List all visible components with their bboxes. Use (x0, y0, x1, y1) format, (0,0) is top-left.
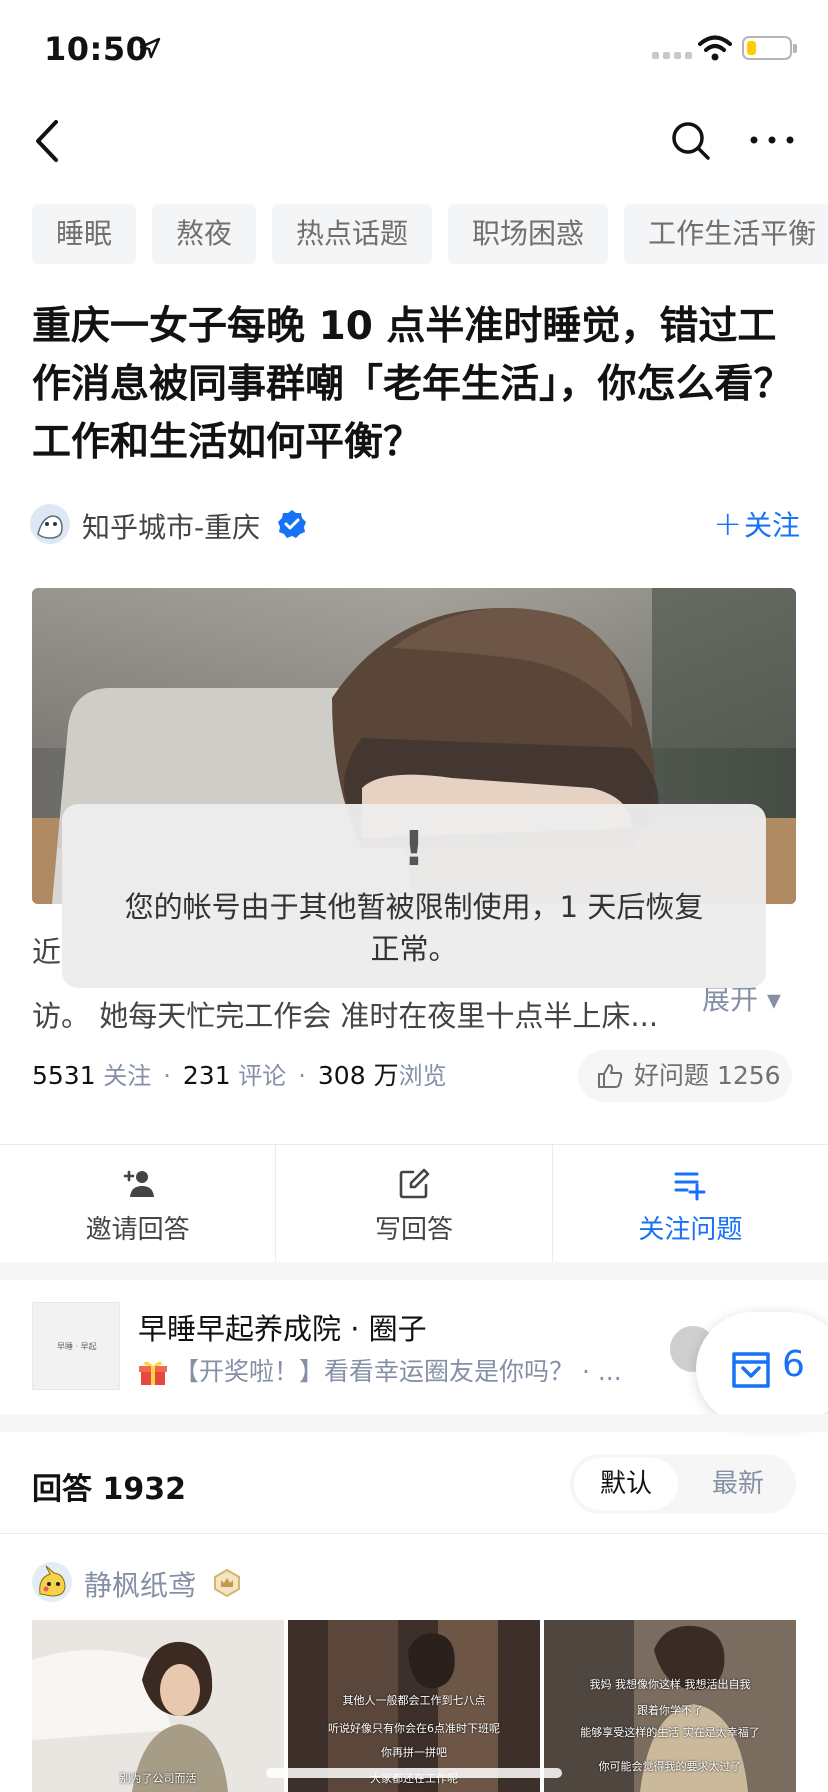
author-name[interactable]: 知乎城市-重庆 (82, 506, 260, 546)
crown-badge-icon (214, 1568, 240, 1598)
cellular-signal-icon (652, 52, 692, 59)
follow-list-icon (674, 1172, 706, 1201)
section-divider (0, 1262, 828, 1280)
topic-tag[interactable]: 睡眠 (32, 204, 137, 264)
exclamation-icon: ! (403, 821, 425, 877)
answer-author-name[interactable]: 静枫纸鸢 (84, 1564, 196, 1604)
question-author-row: 知乎城市-重庆 +关注 (30, 504, 800, 544)
battery-icon (742, 36, 792, 60)
circle-subtitle: 【开奖啦！】看看幸运圈友是你吗？ · ... (138, 1352, 638, 1388)
location-arrow-icon (139, 37, 161, 59)
home-indicator (266, 1768, 562, 1778)
verified-badge-icon (278, 510, 306, 538)
gift-icon (139, 1361, 167, 1385)
author-avatar[interactable] (30, 504, 70, 544)
back-icon[interactable] (28, 116, 68, 166)
battery-cap (793, 44, 797, 53)
answer-images: 别为了公司而活 其他人一般都会工作到七八点 听说好像只有你会在6点准时下班呢 你… (32, 1620, 796, 1792)
invite-icon (123, 1170, 154, 1197)
answers-count-title: 回答 1932 (32, 1472, 186, 1507)
question-title: 重庆一女子每晚 10 点半准时睡觉，错过工作消息被同事群嘲「老年生活」，你怎么看… (32, 304, 793, 465)
edit-icon (399, 1168, 430, 1199)
answer-image[interactable]: 我妈 我想像你这样 我想活出自我 跟着你学不了 能够享受这样的生活 实在是太幸福… (544, 1620, 796, 1792)
follow-author-button[interactable]: +关注 (713, 504, 800, 544)
topic-tag[interactable]: 热点话题 (272, 204, 433, 264)
answer-author-avatar[interactable] (32, 1562, 72, 1602)
invite-answer-button[interactable]: 邀请回答 (0, 1145, 277, 1262)
answers-header: 回答 1932 默认 最新 (0, 1432, 828, 1534)
question-stats: 5531 关注 · 231 评论 · 308 万浏览 (32, 1061, 447, 1090)
answer-sort-toggle: 默认 最新 (570, 1454, 796, 1514)
topic-tag[interactable]: 熬夜 (152, 204, 257, 264)
search-icon[interactable] (668, 118, 714, 164)
sort-latest-tab[interactable]: 最新 (686, 1458, 790, 1510)
good-question-button[interactable]: 好问题 1256 (578, 1050, 792, 1102)
topic-tags: 睡眠 熬夜 热点话题 职场困惑 工作生活平衡 (32, 204, 828, 264)
write-answer-button[interactable]: 写回答 (276, 1145, 553, 1262)
answer-image[interactable]: 其他人一般都会工作到七八点 听说好像只有你会在6点准时下班呢 你再拼一拼吧 大家… (288, 1620, 540, 1792)
follow-question-button[interactable]: 关注问题 (553, 1145, 828, 1262)
more-icon[interactable] (748, 130, 796, 150)
sort-default-tab[interactable]: 默认 (574, 1458, 678, 1510)
circle-thumbnail: 早睡 · 早起 (32, 1302, 120, 1390)
answer-image[interactable]: 别为了公司而活 (32, 1620, 284, 1792)
thumbs-up-icon (598, 1064, 623, 1088)
status-bar: 10:50 (0, 0, 828, 100)
status-time: 10:50 (44, 30, 149, 68)
circle-title: 早睡早起养成院 · 圈子 (138, 1312, 427, 1346)
section-divider (0, 1414, 828, 1432)
restriction-toast: ! 您的帐号由于其他暂被限制使用，1 天后恢复正常。 (62, 804, 766, 988)
toast-message: 您的帐号由于其他暂被限制使用，1 天后恢复正常。 (124, 890, 704, 966)
topic-tag[interactable]: 工作生活平衡 (624, 204, 828, 264)
topic-tag[interactable]: 职场困惑 (448, 204, 609, 264)
inbox-icon (732, 1352, 770, 1388)
floating-collect-button[interactable]: 6 (696, 1312, 828, 1426)
wifi-icon (698, 35, 732, 61)
question-action-bar: 邀请回答 写回答 关注问题 (0, 1144, 828, 1262)
